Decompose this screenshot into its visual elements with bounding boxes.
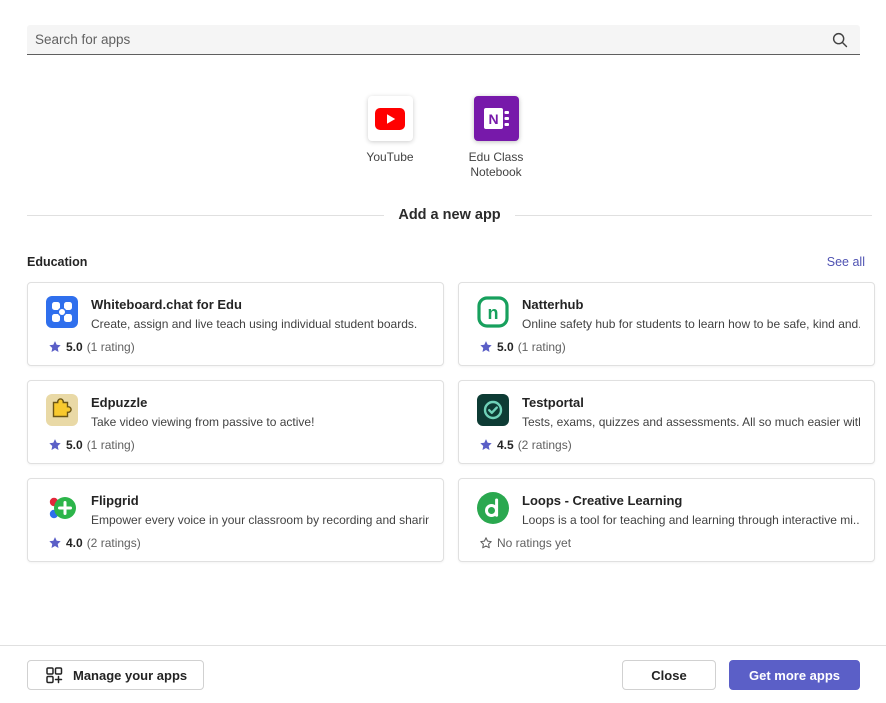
app-card-edpuzzle[interactable]: Edpuzzle Take video viewing from passive… (27, 380, 444, 464)
svg-text:n: n (488, 303, 499, 323)
star-icon (48, 536, 62, 550)
rating-count: (1 rating) (87, 438, 135, 452)
pinned-apps-row: YouTube N Edu Class Notebook (0, 96, 886, 180)
rating-count: (2 ratings) (87, 536, 141, 550)
app-description: Online safety hub for students to learn … (522, 317, 860, 331)
edpuzzle-icon (46, 394, 78, 426)
rating-value: 5.0 (66, 438, 83, 452)
star-icon (48, 340, 62, 354)
divider-label: Add a new app (398, 207, 500, 223)
app-rating: No ratings yet (479, 536, 860, 550)
get-more-apps-button[interactable]: Get more apps (729, 660, 860, 690)
no-rating-text: No ratings yet (497, 536, 571, 550)
app-card-text: Whiteboard.chat for Edu Create, assign a… (91, 296, 417, 331)
star-icon (48, 438, 62, 452)
star-icon (479, 340, 493, 354)
loops-icon (477, 492, 509, 524)
app-card-text: Flipgrid Empower every voice in your cla… (91, 492, 429, 527)
footer-bar: Manage your apps Close Get more apps (0, 645, 886, 703)
divider: Add a new app (27, 206, 872, 224)
pinned-app-edu-class-notebook[interactable]: N Edu Class Notebook (452, 96, 540, 180)
app-description: Take video viewing from passive to activ… (91, 415, 314, 429)
rating-value: 5.0 (66, 340, 83, 354)
flipgrid-icon (46, 492, 78, 524)
app-card-text: Natterhub Online safety hub for students… (522, 296, 860, 331)
whiteboard-chat-icon (46, 296, 78, 328)
star-icon (479, 438, 493, 452)
rating-count: (1 rating) (518, 340, 566, 354)
see-all-link[interactable]: See all (827, 255, 865, 269)
svg-text:N: N (488, 111, 498, 127)
search-bar (27, 25, 860, 55)
manage-your-apps-button[interactable]: Manage your apps (27, 660, 204, 690)
app-rating: 5.0 (1 rating) (48, 438, 429, 452)
app-description: Loops is a tool for teaching and learnin… (522, 513, 860, 527)
app-card-text: Edpuzzle Take video viewing from passive… (91, 394, 314, 429)
app-title: Loops - Creative Learning (522, 493, 860, 509)
youtube-icon (368, 96, 413, 141)
apps-grid: Whiteboard.chat for Edu Create, assign a… (27, 282, 875, 562)
pinned-app-label: YouTube (366, 150, 413, 165)
rating-value: 5.0 (497, 340, 514, 354)
app-title: Whiteboard.chat for Edu (91, 297, 417, 313)
rating-value: 4.5 (497, 438, 514, 452)
app-card-testportal[interactable]: Testportal Tests, exams, quizzes and ass… (458, 380, 875, 464)
search-input[interactable] (35, 32, 830, 47)
app-card-loops[interactable]: Loops - Creative Learning Loops is a too… (458, 478, 875, 562)
manage-apps-icon (44, 665, 64, 685)
close-label: Close (651, 668, 686, 683)
app-rating: 4.5 (2 ratings) (479, 438, 860, 452)
app-title: Natterhub (522, 297, 860, 313)
close-button[interactable]: Close (622, 660, 716, 690)
app-rating: 5.0 (1 rating) (48, 340, 429, 354)
app-card-natterhub[interactable]: n Natterhub Online safety hub for studen… (458, 282, 875, 366)
edu-class-notebook-icon: N (474, 96, 519, 141)
app-title: Testportal (522, 395, 860, 411)
pinned-app-label: Edu Class Notebook (464, 150, 528, 180)
manage-your-apps-label: Manage your apps (73, 668, 187, 683)
testportal-icon (477, 394, 509, 426)
app-description: Empower every voice in your classroom by… (91, 513, 429, 527)
app-rating: 5.0 (1 rating) (479, 340, 860, 354)
app-description: Create, assign and live teach using indi… (91, 317, 417, 331)
rating-count: (2 ratings) (518, 438, 572, 452)
app-description: Tests, exams, quizzes and assessments. A… (522, 415, 860, 429)
app-title: Flipgrid (91, 493, 429, 509)
section-header: Education See all (27, 255, 865, 269)
get-more-apps-label: Get more apps (749, 668, 840, 683)
app-card-text: Loops - Creative Learning Loops is a too… (522, 492, 860, 527)
app-card-whiteboard-chat[interactable]: Whiteboard.chat for Edu Create, assign a… (27, 282, 444, 366)
app-rating: 4.0 (2 ratings) (48, 536, 429, 550)
app-card-text: Testportal Tests, exams, quizzes and ass… (522, 394, 860, 429)
app-title: Edpuzzle (91, 395, 314, 411)
rating-count: (1 rating) (87, 340, 135, 354)
rating-value: 4.0 (66, 536, 83, 550)
app-card-flipgrid[interactable]: Flipgrid Empower every voice in your cla… (27, 478, 444, 562)
section-title: Education (27, 255, 87, 269)
star-outline-icon (479, 536, 493, 550)
search-icon[interactable] (830, 30, 850, 50)
natterhub-icon: n (477, 296, 509, 328)
pinned-app-youtube[interactable]: YouTube (346, 96, 434, 180)
